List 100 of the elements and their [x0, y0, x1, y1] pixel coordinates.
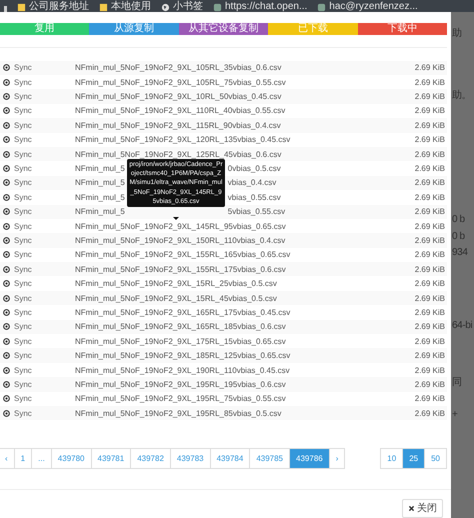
page-button[interactable]: 439786: [289, 448, 330, 470]
file-size: 2.69 KiB: [414, 192, 446, 202]
file-name: NFmin_mul_5: [75, 178, 125, 188]
status-text: Sync: [14, 78, 32, 87]
page-button[interactable]: ...: [31, 448, 52, 470]
file-size: 2.69 KiB: [414, 164, 446, 174]
file-size: 2.69 KiB: [414, 150, 446, 159]
status-text: Sync: [14, 106, 32, 116]
page-size-button[interactable]: 25: [402, 448, 426, 470]
bookmark-item[interactable]: 小书签: [161, 2, 203, 12]
status-text: Sync: [14, 178, 32, 188]
status-text: Sync: [14, 222, 32, 231]
file-name: NFmin_mul_5NoF_19NoF2_9XL_110RL_40vbias_0.55.csv: [75, 106, 286, 116]
background-text: 助。: [451, 88, 472, 102]
file-name: NFmin_mul_5NoF_19NoF2_9XL_195RL_195vbias_0.6.csv: [75, 380, 286, 389]
file-size: 2.69 KiB: [414, 207, 446, 216]
file-name: 0vbias_0.5.csv: [228, 164, 281, 174]
file-size: 2.69 KiB: [414, 120, 446, 130]
status-text: Sync: [14, 164, 32, 174]
file-size: 2.69 KiB: [414, 63, 446, 72]
file-name: 5vbias_0.55.csv: [228, 207, 286, 216]
legend-item: 已下载: [268, 23, 358, 35]
file-name: NFmin_mul_5: [75, 164, 125, 174]
file-name: NFmin_mul_5NoF_19NoF2_9XL_165RL_175vbias_0.45.csv: [75, 308, 290, 317]
file-size: 2.69 KiB: [414, 336, 446, 346]
legend-item: 下载中: [358, 23, 448, 35]
status-text: Sync: [14, 250, 32, 260]
status-text: Sync: [14, 135, 32, 144]
file-name: NFmin_mul_5NoF_19NoF2_9XL_105RL_35vbias_0.6.csv: [75, 63, 282, 72]
file-size: 2.69 KiB: [414, 294, 446, 303]
status-text: Sync: [14, 294, 32, 303]
file-name: NFmin_mul_5NoF_19NoF2_9XL_155RL_175vbias_0.6.csv: [75, 264, 286, 274]
background-text: 64-bi: [451, 320, 474, 331]
file-size: 2.69 KiB: [414, 135, 446, 144]
status-text: Sync: [14, 120, 32, 130]
file-name: NFmin_mul_5: [75, 192, 125, 202]
page-button[interactable]: 439785: [249, 448, 290, 470]
page-button[interactable]: 439780: [50, 448, 92, 470]
file-name: NFmin_mul_5NoF_19NoF2_9XL_15RL_45vbias_0.5.csv: [75, 294, 277, 303]
background-text: 助: [451, 26, 463, 40]
file-size: 2.69 KiB: [414, 250, 446, 260]
close-icon: [408, 504, 415, 512]
file-name: NFmin_mul_5NoF_19NoF2_9XL_10RL_50vbias_0.45.csv: [75, 92, 282, 102]
status-text: Sync: [14, 394, 32, 404]
bookmark-item[interactable]: 本地使用: [99, 2, 151, 12]
file-name: NFmin_mul_5NoF_19NoF2_9XL_185RL_125vbias_0.65.csv: [75, 351, 290, 360]
file-name: NFmin_mul_5NoF_19NoF2_9XL_115RL_90vbias_0.4.csv: [75, 120, 281, 130]
legend-item: 从源复制: [89, 23, 179, 35]
background-text: 同: [451, 376, 463, 389]
page-button[interactable]: 439781: [90, 448, 132, 470]
file-size: 2.69 KiB: [414, 308, 446, 317]
status-text: Sync: [14, 207, 32, 216]
next-page-button[interactable]: ›: [328, 448, 346, 470]
status-text: Sync: [14, 236, 32, 245]
file-name: NFmin_mul_5NoF_19NoF2_9XL_145RL_95vbias_0.65.csv: [75, 222, 286, 231]
bookmark-item[interactable]: 公司服务地址: [17, 2, 89, 12]
page-size-button[interactable]: 50: [424, 448, 447, 470]
status-text: Sync: [14, 150, 32, 159]
file-size: 2.69 KiB: [414, 279, 446, 288]
file-name: NFmin_mul_5NoF_19NoF2_9XL_120RL_135vbias_0.45.csv: [75, 135, 290, 144]
status-text: Sync: [14, 408, 32, 418]
status-text: Sync: [14, 308, 32, 317]
file-name: NFmin_mul_5NoF_19NoF2_9XL_155RL_165vbias_0.65.csv: [75, 250, 290, 260]
file-name: NFmin_mul_5NoF_19NoF2_9XL_105RL_75vbias_0.55.csv: [75, 78, 286, 87]
file-name: NFmin_mul_5NoF_19NoF2_9XL_150RL_110vbias_0.4.csv: [75, 236, 286, 245]
file-name: vbias_0.4.csv: [228, 178, 276, 188]
page-button[interactable]: 439783: [170, 448, 211, 470]
file-size: 2.69 KiB: [414, 408, 446, 418]
status-text: Sync: [14, 351, 32, 360]
tooltip-arrow-icon: [173, 216, 179, 220]
folder-icon: [17, 2, 26, 12]
status-text: Sync: [14, 264, 32, 274]
page-size-button[interactable]: 10: [380, 448, 404, 470]
file-name: NFmin_mul_5: [75, 207, 125, 216]
status-text: Sync: [14, 63, 32, 72]
file-size: 2.69 KiB: [414, 178, 446, 188]
file-size: 2.69 KiB: [414, 92, 446, 102]
close-button[interactable]: 关闭: [402, 498, 443, 518]
file-name: NFmin_mul_5NoF_19NoF2_9XL_15RL_25vbias_0.5.csv: [75, 279, 277, 288]
background-text: 0 b: [451, 231, 466, 242]
status-text: Sync: [14, 279, 32, 288]
bookmark-item[interactable]: hac@ryzenfenzez...: [317, 2, 418, 12]
page-button[interactable]: 439782: [130, 448, 171, 470]
bookmark-item[interactable]: https://chat.open...: [213, 2, 308, 12]
background-text: 934: [451, 247, 469, 258]
background-text: +: [451, 409, 458, 420]
file-name: NFmin_mul_5NoF_19NoF2_9XL_190RL_110vbias_0.45.csv: [75, 366, 290, 374]
file-name: NFmin_mul_5NoF_19NoF2_9XL_175RL_15vbias_0.65.csv: [75, 336, 286, 346]
status-text: Sync: [14, 380, 32, 389]
file-size: 2.69 KiB: [414, 366, 446, 374]
page-button[interactable]: 439784: [210, 448, 250, 470]
legend-item: 复用: [0, 23, 90, 35]
file-size: 2.69 KiB: [414, 106, 446, 116]
file-size: 2.69 KiB: [414, 322, 446, 332]
site-icon: [317, 2, 326, 12]
status-text: Sync: [14, 336, 32, 346]
folder-icon: [99, 2, 108, 12]
prev-page-button[interactable]: ‹: [0, 448, 15, 470]
file-name: NFmin_mul_5NoF_19NoF2_9XL_195RL_85vbias_0.5.csv: [75, 408, 282, 418]
status-text: Sync: [14, 322, 32, 332]
